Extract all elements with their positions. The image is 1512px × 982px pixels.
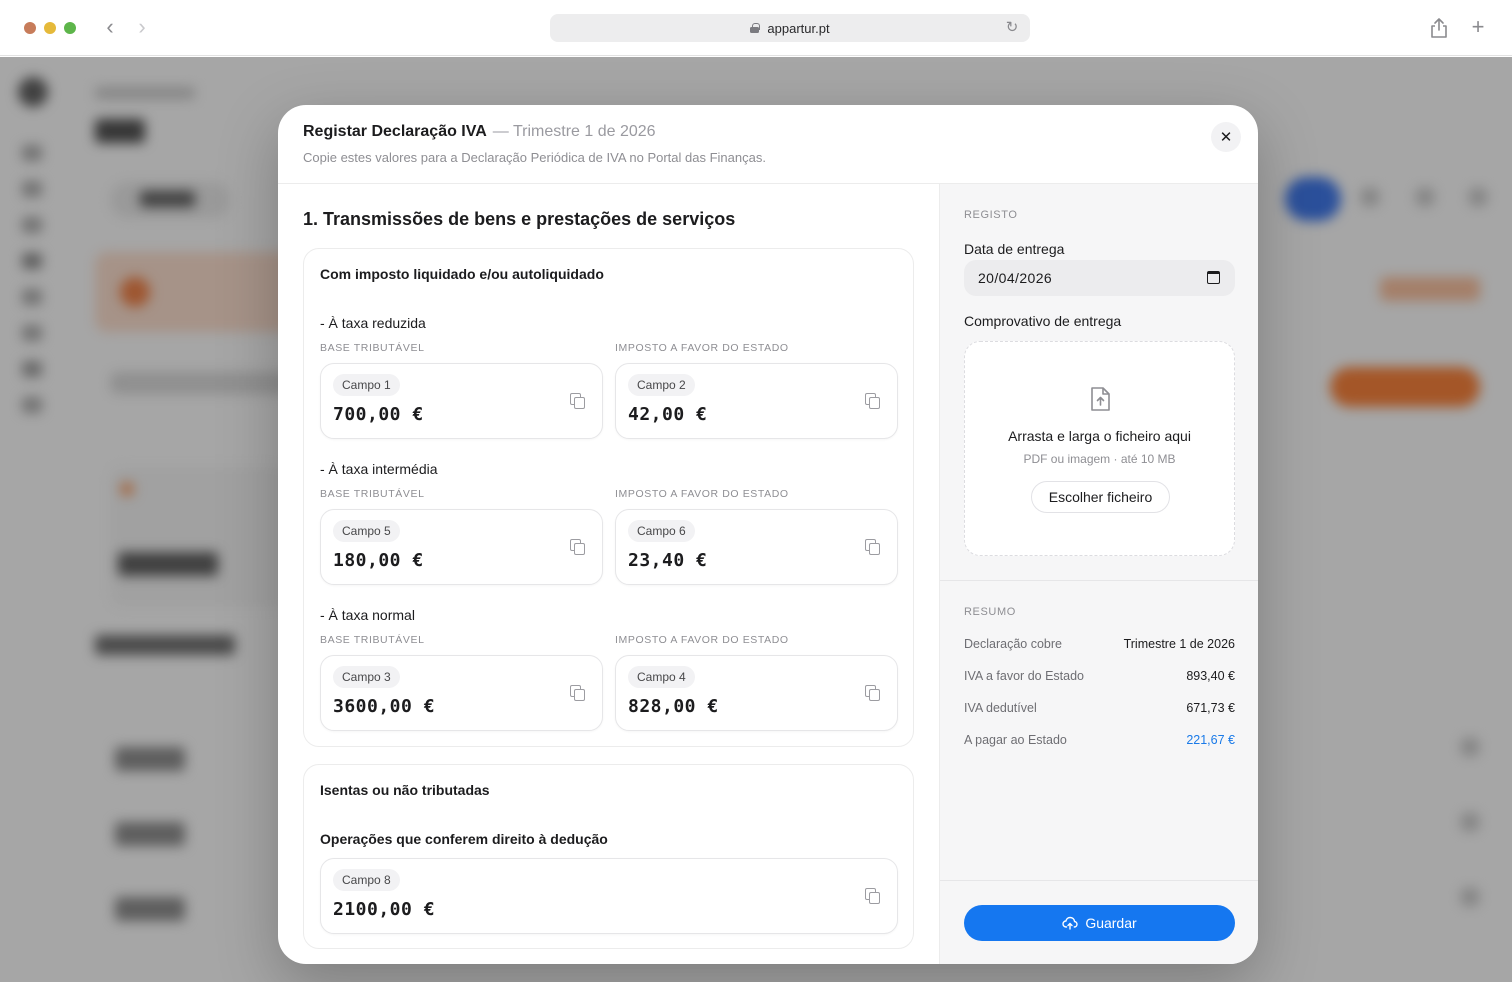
cloud-upload-icon xyxy=(1062,916,1079,930)
share-icon[interactable] xyxy=(1428,16,1450,40)
save-button[interactable]: Guardar xyxy=(964,905,1235,941)
summary-row: Declaração cobre Trimestre 1 de 2026 xyxy=(964,637,1235,655)
close-icon: ✕ xyxy=(1219,129,1233,146)
col-label-base: BASE TRIBUTÁVEL xyxy=(320,634,425,646)
summary-row: IVA dedutível 671,73 € xyxy=(964,701,1235,719)
declaration-fields-panel[interactable]: 1. Transmissões de bens e prestações de … xyxy=(278,184,939,964)
calendar-icon[interactable] xyxy=(1207,271,1220,284)
date-label: Data de entrega xyxy=(964,241,1065,257)
new-tab-icon[interactable]: + xyxy=(1466,14,1490,40)
registration-panel: REGISTO Data de entrega Comprovativo de … xyxy=(939,184,1258,964)
resumo-label: RESUMO xyxy=(964,606,1016,618)
choose-file-button[interactable]: Escolher ficheiro xyxy=(1031,481,1170,513)
campo-badge: Campo 2 xyxy=(628,374,695,396)
field-value: 180,00 € xyxy=(333,550,424,571)
amount-due-value: 221,67 € xyxy=(1186,733,1235,747)
field-value: 3600,00 € xyxy=(333,696,436,717)
section-title: 1. Transmissões de bens e prestações de … xyxy=(303,209,736,229)
field-value: 23,40 € xyxy=(628,550,708,571)
taxed-operations-card: Com imposto liquidado e/ou autoliquidado… xyxy=(303,248,914,747)
footer-divider xyxy=(940,880,1258,881)
col-label-base: BASE TRIBUTÁVEL xyxy=(320,488,425,500)
field-value: 700,00 € xyxy=(333,404,424,425)
registo-label: REGISTO xyxy=(964,209,1018,221)
copy-icon[interactable] xyxy=(570,685,584,701)
field-campo-2[interactable]: Campo 2 42,00 € xyxy=(615,363,898,439)
copy-icon[interactable] xyxy=(865,393,879,409)
group-label-normal: - À taxa normal xyxy=(320,607,415,623)
card-heading: Isentas ou não tributadas xyxy=(320,782,490,798)
copy-icon[interactable] xyxy=(865,685,879,701)
forward-arrow-icon[interactable]: › xyxy=(130,16,154,40)
modal-title: Registar Declaração IVA — Trimestre 1 de … xyxy=(303,123,656,141)
summary-key: IVA a favor do Estado xyxy=(964,669,1084,683)
copy-icon[interactable] xyxy=(865,888,879,904)
group-label-intermedia: - À taxa intermédia xyxy=(320,461,438,477)
dropzone-title: Arrasta e larga o ficheiro aqui xyxy=(1008,428,1191,444)
campo-badge: Campo 5 xyxy=(333,520,400,542)
close-button[interactable]: ✕ xyxy=(1211,122,1241,152)
section-divider xyxy=(940,580,1258,581)
exempt-operations-card: Isentas ou não tributadas Operações que … xyxy=(303,764,914,949)
col-label-imposto: IMPOSTO A FAVOR DO ESTADO xyxy=(615,342,789,354)
summary-key: Declaração cobre xyxy=(964,637,1062,651)
col-label-imposto: IMPOSTO A FAVOR DO ESTADO xyxy=(615,488,789,500)
copy-icon[interactable] xyxy=(570,393,584,409)
field-value: 2100,00 € xyxy=(333,899,436,920)
field-campo-1[interactable]: Campo 1 700,00 € xyxy=(320,363,603,439)
field-campo-4[interactable]: Campo 4 828,00 € xyxy=(615,655,898,731)
save-button-label: Guardar xyxy=(1085,915,1137,931)
deduction-heading: Operações que conferem direito à dedução xyxy=(320,831,608,847)
field-campo-3[interactable]: Campo 3 3600,00 € xyxy=(320,655,603,731)
field-value: 828,00 € xyxy=(628,696,719,717)
col-label-base: BASE TRIBUTÁVEL xyxy=(320,342,425,354)
campo-badge: Campo 1 xyxy=(333,374,400,396)
modal-title-text: Registar Declaração IVA xyxy=(303,123,487,140)
reload-icon[interactable]: ↻ xyxy=(1002,18,1022,38)
summary-value: 671,73 € xyxy=(1186,701,1235,715)
back-arrow-icon[interactable]: ‹ xyxy=(98,16,122,40)
field-campo-6[interactable]: Campo 6 23,40 € xyxy=(615,509,898,585)
dropzone-subtitle: PDF ou imagem · até 10 MB xyxy=(1023,452,1176,466)
modal-header: Registar Declaração IVA — Trimestre 1 de … xyxy=(278,105,1258,184)
campo-badge: Campo 8 xyxy=(333,869,400,891)
file-upload-icon xyxy=(1091,387,1110,411)
campo-badge: Campo 4 xyxy=(628,666,695,688)
summary-row: A pagar ao Estado 221,67 € xyxy=(964,733,1235,751)
copy-icon[interactable] xyxy=(865,539,879,555)
summary-value: 893,40 € xyxy=(1186,669,1235,683)
summary-row: IVA a favor do Estado 893,40 € xyxy=(964,669,1235,687)
address-bar[interactable]: appartur.pt ↻ xyxy=(550,14,1030,42)
field-campo-5[interactable]: Campo 5 180,00 € xyxy=(320,509,603,585)
window-close-button[interactable] xyxy=(24,22,36,34)
summary-value: Trimestre 1 de 2026 xyxy=(1123,637,1235,651)
copy-icon[interactable] xyxy=(570,539,584,555)
window-zoom-button[interactable] xyxy=(64,22,76,34)
delivery-date-input[interactable] xyxy=(964,260,1235,296)
file-dropzone[interactable]: Arrasta e larga o ficheiro aqui PDF ou i… xyxy=(964,341,1235,556)
summary-key: A pagar ao Estado xyxy=(964,733,1067,747)
modal-period: — Trimestre 1 de 2026 xyxy=(492,123,656,140)
browser-toolbar: ‹ › appartur.pt ↻ + xyxy=(0,0,1512,56)
lock-icon xyxy=(750,23,760,33)
field-campo-8[interactable]: Campo 8 2100,00 € xyxy=(320,858,898,934)
summary-key: IVA dedutível xyxy=(964,701,1037,715)
field-value: 42,00 € xyxy=(628,404,708,425)
campo-badge: Campo 6 xyxy=(628,520,695,542)
group-label-reduzida: - À taxa reduzida xyxy=(320,315,426,331)
campo-badge: Campo 3 xyxy=(333,666,400,688)
modal-subtitle: Copie estes valores para a Declaração Pe… xyxy=(303,150,766,165)
proof-label: Comprovativo de entrega xyxy=(964,313,1122,329)
window-minimize-button[interactable] xyxy=(44,22,56,34)
vat-declaration-modal: Registar Declaração IVA — Trimestre 1 de … xyxy=(278,105,1258,964)
col-label-imposto: IMPOSTO A FAVOR DO ESTADO xyxy=(615,634,789,646)
url-text: appartur.pt xyxy=(767,20,830,36)
card-heading: Com imposto liquidado e/ou autoliquidado xyxy=(320,266,604,282)
